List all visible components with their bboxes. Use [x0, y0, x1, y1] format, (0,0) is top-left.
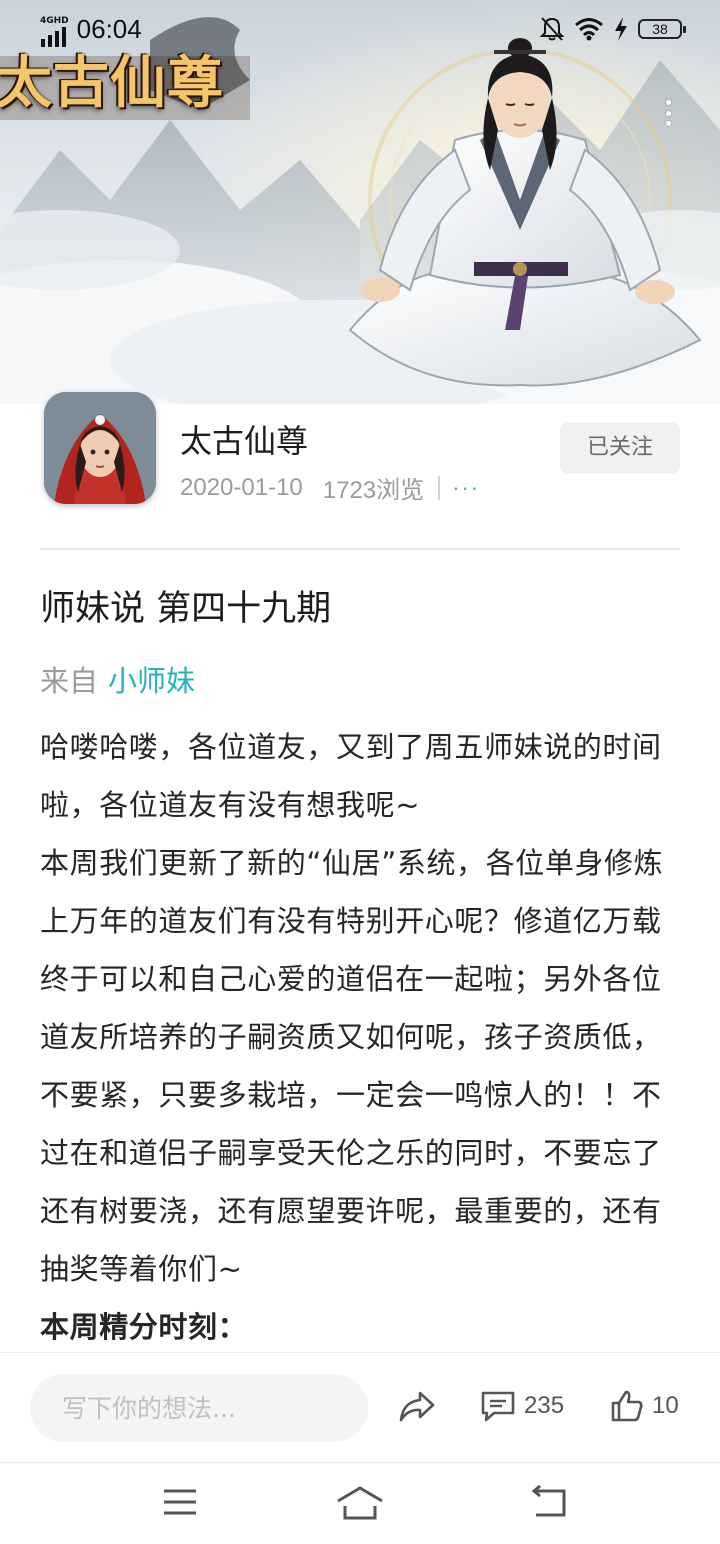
author-name[interactable]: 太古仙尊: [180, 416, 308, 462]
status-time: 06:04: [76, 13, 142, 44]
author-header: 太古仙尊 2020-01-10 1723浏览 ··· 已关注: [44, 392, 680, 506]
hero-banner: 4GHD 06:04 38 太古仙尊: [0, 0, 720, 404]
menu-icon: [164, 1489, 196, 1515]
comment-button[interactable]: 235: [480, 1389, 564, 1423]
home-icon: [337, 1486, 383, 1520]
comment-count: 235: [524, 1392, 565, 1419]
signal-icon: [40, 27, 66, 47]
status-bar: 4GHD 06:04 38: [0, 0, 720, 58]
avatar[interactable]: [44, 392, 156, 504]
meta-separator: [438, 475, 441, 500]
menu-button[interactable]: [162, 1485, 198, 1523]
back-icon: [531, 1484, 566, 1517]
network-type: 4GHD: [40, 15, 69, 26]
article-title: 师妹说 第四十九期: [40, 589, 332, 629]
wifi-icon: [575, 18, 603, 41]
post-date: 2020-01-10: [180, 473, 303, 501]
charging-icon: [615, 17, 627, 41]
action-bar: 235 10: [0, 1352, 720, 1462]
paragraph: 哈喽哈喽，各位道友，又到了周五师妹说的时间啦，各位道友有没有想我呢~: [40, 730, 662, 822]
thumbs-up-icon: [611, 1390, 643, 1422]
share-icon: [399, 1391, 435, 1422]
share-button[interactable]: [398, 1389, 436, 1423]
article-source: 来自 小师妹: [40, 658, 195, 700]
like-count: 10: [652, 1392, 679, 1419]
home-button[interactable]: [336, 1485, 384, 1525]
more-dots-icon[interactable]: ···: [452, 475, 480, 501]
article-body: 哈喽哈喽，各位道友，又到了周五师妹说的时间啦，各位道友有没有想我呢~ 本周我们更…: [40, 718, 682, 1356]
mute-bell-icon: [540, 17, 564, 41]
like-button[interactable]: 10: [610, 1389, 679, 1423]
follow-button[interactable]: 已关注: [560, 422, 680, 474]
back-button[interactable]: [530, 1484, 570, 1523]
section-heading: 本周精分时刻：: [40, 1310, 248, 1344]
source-link[interactable]: 小师妹: [108, 664, 195, 698]
avatar-image: [44, 392, 156, 504]
more-options-icon[interactable]: [664, 100, 672, 126]
paragraph: 本周我们更新了新的“仙居”系统，各位单身修炼上万年的道友们有没有特别开心呢？修道…: [40, 846, 664, 1286]
source-prefix: 来自: [40, 664, 99, 698]
divider: [40, 548, 680, 550]
view-count: 1723浏览: [322, 477, 425, 504]
comment-input[interactable]: [30, 1374, 368, 1442]
comment-icon: [481, 1391, 515, 1422]
system-nav-bar: [0, 1462, 720, 1544]
post-meta: 2020-01-10 1723浏览 ···: [180, 470, 480, 505]
battery-level: 38: [638, 19, 686, 39]
